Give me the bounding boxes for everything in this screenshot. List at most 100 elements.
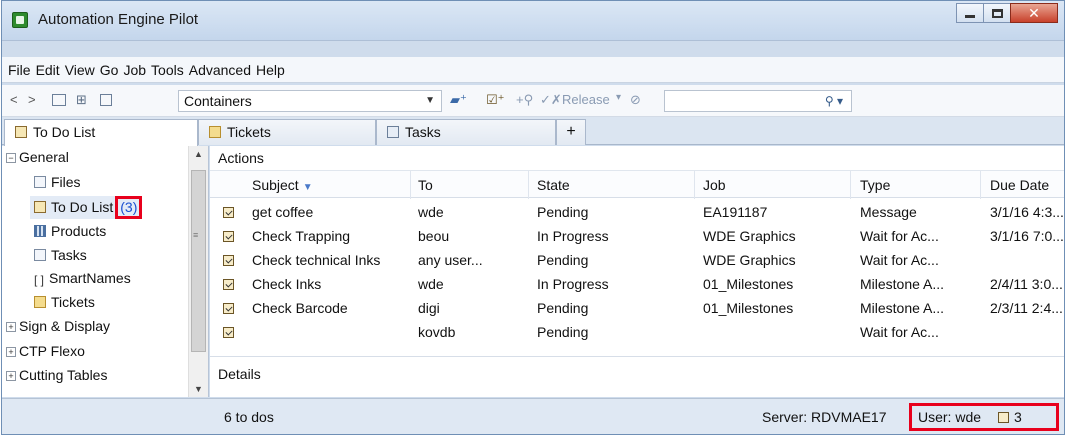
main-panel: Actions Subject ▼ To State Job Type Due D… [210, 146, 1064, 397]
container-select[interactable]: Containers ▼ [178, 90, 442, 112]
expand-icon[interactable]: + [6, 371, 16, 382]
sidebar-item-todo-list[interactable]: To Do List (3) [30, 196, 143, 219]
panel-view-icon[interactable] [100, 94, 112, 106]
cell-job: WDE Graphics [703, 252, 796, 268]
app-window: Automation Engine Pilot ✕ File Edit View… [1, 0, 1065, 435]
menu-edit[interactable]: Edit [36, 62, 60, 78]
search-input[interactable]: ⚲ ▾ [664, 90, 852, 112]
menu-go[interactable]: Go [100, 62, 119, 78]
expand-icon[interactable]: + [6, 322, 16, 333]
tab-tickets[interactable]: Tickets [198, 119, 376, 145]
cell-due-date: 3/1/16 4:3... [990, 204, 1064, 220]
tasks-icon [34, 249, 46, 261]
todo-icon [223, 255, 234, 266]
cell-job: 01_Milestones [703, 276, 794, 292]
cell-type: Milestone A... [860, 300, 945, 316]
cell-due-date: 3/1/16 7:0... [990, 228, 1064, 244]
details-section-title: Details [218, 366, 261, 382]
forward-arrow-icon[interactable]: > [28, 92, 36, 107]
details-divider[interactable] [210, 356, 1064, 357]
collapse-icon[interactable]: − [6, 153, 16, 164]
sidebar-group-cutting-tables[interactable]: + Cutting Tables [6, 367, 107, 383]
scroll-up-icon[interactable]: ▲ [194, 149, 203, 159]
group-label: General [19, 149, 69, 165]
open-container-icon[interactable]: ▰⁺ [450, 92, 467, 108]
file-icon [34, 176, 46, 188]
sidebar-item-tickets[interactable]: Tickets [34, 294, 95, 310]
column-header-state[interactable]: State [537, 177, 570, 193]
cell-type: Milestone A... [860, 276, 945, 292]
table-row[interactable]: Check Inks wde In Progress 01_Milestones Mil… [210, 272, 1064, 296]
close-icon: ✕ [1028, 4, 1040, 21]
tab-tasks[interactable]: Tasks [376, 119, 556, 145]
column-header-job[interactable]: Job [703, 177, 726, 193]
assign-user-icon[interactable]: +⚲ [516, 92, 533, 108]
tab-todo-list[interactable]: To Do List [4, 119, 198, 146]
menu-file[interactable]: File [8, 62, 31, 78]
column-header-subject[interactable]: Subject ▼ [252, 177, 313, 193]
actions-section-title: Actions [218, 150, 264, 166]
sidebar-item-files[interactable]: Files [34, 174, 81, 190]
sidebar-item-products[interactable]: Products [34, 223, 106, 239]
todo-icon [223, 279, 234, 290]
group-label: Sign & Display [19, 318, 111, 334]
column-header-to[interactable]: To [418, 177, 433, 193]
app-logo-icon [12, 12, 28, 28]
todo-icon [223, 303, 234, 314]
maximize-icon [991, 8, 1003, 18]
cell-to: beou [418, 228, 450, 244]
todo-icon [223, 231, 234, 242]
menu-bar: File Edit View Go Job Tools Advanced Hel… [2, 57, 1064, 83]
table-row[interactable]: Check technical Inks any user... Pending WD… [210, 248, 1064, 272]
cell-subject: Check Barcode [252, 300, 348, 316]
sidebar-item-smartnames[interactable]: [ ] SmartNames [34, 270, 131, 287]
cell-job: WDE Graphics [703, 228, 796, 244]
group-label: Cutting Tables [19, 367, 108, 383]
cell-state: Pending [537, 324, 589, 340]
close-button[interactable]: ✕ [1010, 3, 1058, 23]
menu-tools[interactable]: Tools [151, 62, 184, 78]
grid-view-icon[interactable]: ⊞ [76, 92, 87, 108]
table-row[interactable]: kovdb Pending Wait for Ac... [210, 320, 1064, 344]
back-arrow-icon[interactable]: < [10, 92, 18, 107]
release-dropdown-icon[interactable]: ▾ [616, 92, 621, 103]
menu-view[interactable]: View [65, 62, 95, 78]
tab-label: Tickets [227, 124, 271, 140]
maximize-button[interactable] [983, 3, 1011, 23]
search-icon[interactable]: ⚲ ▾ [825, 94, 843, 108]
menu-job[interactable]: Job [123, 62, 146, 78]
expand-icon[interactable]: + [6, 347, 16, 358]
cell-state: In Progress [537, 228, 609, 244]
server-status: Server: RDVMAE17 [762, 409, 887, 425]
window-controls: ✕ [956, 3, 1058, 23]
new-tab-button[interactable]: + [556, 119, 586, 145]
column-header-type[interactable]: Type [860, 177, 890, 193]
sidebar-group-sign-display[interactable]: + Sign & Display [6, 318, 110, 334]
smartnames-icon: [ ] [34, 273, 45, 287]
sort-descending-icon: ▼ [302, 182, 313, 193]
sidebar-item-label: SmartNames [49, 270, 131, 286]
menu-advanced[interactable]: Advanced [189, 62, 251, 78]
minimize-button[interactable] [956, 3, 984, 23]
release-button[interactable]: Release [562, 92, 610, 107]
cancel-icon[interactable]: ⊘ [630, 92, 641, 108]
sidebar-item-tasks[interactable]: Tasks [34, 247, 87, 263]
cell-to: wde [418, 276, 444, 292]
table-row[interactable]: Check Barcode digi Pending 01_Milestones Mil… [210, 296, 1064, 320]
todo-icon [223, 327, 234, 338]
sidebar-group-general[interactable]: − General [6, 149, 69, 165]
menu-help[interactable]: Help [256, 62, 285, 78]
group-label: CTP Flexo [19, 343, 85, 359]
table-row[interactable]: get coffee wde Pending EA191187 Message 3/1/1… [210, 200, 1064, 224]
container-select-value: Containers [184, 93, 252, 109]
products-icon [34, 225, 46, 237]
sidebar-scrollbar[interactable]: ▲ ≡ ▼ [188, 146, 208, 397]
new-todo-icon[interactable]: ☑⁺ [486, 92, 505, 108]
table-row[interactable]: Check Trapping beou In Progress WDE Graphic… [210, 224, 1064, 248]
scroll-down-icon[interactable]: ▼ [194, 384, 203, 394]
single-view-icon[interactable] [52, 94, 66, 106]
column-header-due-date[interactable]: Due Date [990, 177, 1049, 193]
scroll-thumb[interactable] [191, 170, 206, 352]
sidebar-group-ctp-flexo[interactable]: + CTP Flexo [6, 343, 85, 359]
todo-icon [15, 126, 27, 138]
